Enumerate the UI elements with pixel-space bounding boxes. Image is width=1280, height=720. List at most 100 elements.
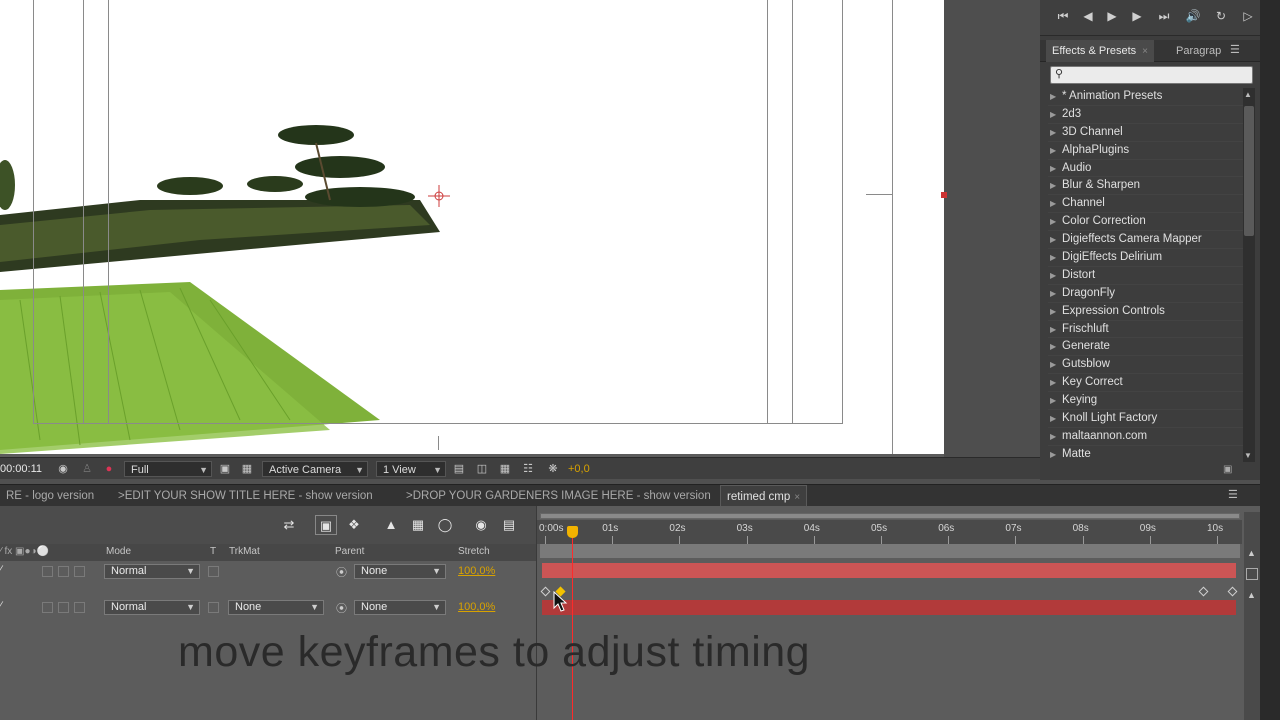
preserve-transparency-box[interactable] [208, 566, 219, 577]
layer-row[interactable]: ∕ Normal ▼ ⦿ None ▼ 100,0% [0, 563, 536, 581]
disclosure-triangle-icon[interactable]: ▶ [1050, 338, 1056, 356]
time-graph[interactable]: 0:00s 01s 02s 03s 04s 05s 06s 07s 08s 09s 10s [536, 506, 1260, 720]
effects-category-item[interactable]: ▶ * Animation Presets [1048, 88, 1243, 106]
comp-mini-flowchart-icon[interactable]: ⇄ [278, 515, 300, 535]
panel-menu-icon[interactable]: ☰ [1230, 43, 1240, 56]
effects-search-input[interactable]: ⚲ [1050, 66, 1253, 84]
effects-category-item[interactable]: ▶ Distort [1048, 267, 1243, 285]
anchor-point-icon[interactable] [428, 185, 450, 207]
disclosure-triangle-icon[interactable]: ▶ [1050, 285, 1056, 303]
mode-column-header[interactable]: Mode [106, 546, 131, 557]
close-icon[interactable]: × [1142, 46, 1148, 57]
disclosure-triangle-icon[interactable]: ▶ [1050, 124, 1056, 142]
last-frame-icon[interactable]: ⏭ [1153, 6, 1175, 26]
layer-parent-select[interactable]: None ▼ [354, 564, 446, 579]
draft-3d-icon[interactable]: ❖ [343, 515, 365, 535]
pickwhip-icon[interactable]: ⦿ [336, 600, 347, 616]
parent-column-header[interactable]: Parent [335, 546, 364, 557]
effects-category-item[interactable]: ▶ Matte [1048, 446, 1243, 462]
first-frame-icon[interactable]: ⏮ [1052, 6, 1074, 26]
effects-category-item[interactable]: ▶ DragonFly [1048, 285, 1243, 303]
effects-category-item[interactable]: ▶ Generate [1048, 338, 1243, 357]
scroll-up-icon[interactable]: ▲ [1247, 590, 1256, 600]
effects-category-item[interactable]: ▶ Knoll Light Factory [1048, 410, 1243, 428]
effects-category-item[interactable]: ▶ Expression Controls [1048, 303, 1243, 321]
disclosure-triangle-icon[interactable]: ▶ [1050, 303, 1056, 321]
effects-category-item[interactable]: ▶ Channel [1048, 195, 1243, 214]
ram-preview-icon[interactable]: ▷ [1237, 6, 1259, 26]
scroll-down-icon[interactable]: ▼ [1244, 451, 1252, 460]
effects-category-item[interactable]: ▶ DigiEffects Delirium [1048, 249, 1243, 267]
tab-gardeners-image[interactable]: >DROP YOUR GARDENERS IMAGE HERE - show v… [400, 485, 717, 507]
disclosure-triangle-icon[interactable]: ▶ [1050, 231, 1056, 249]
tab-logo-version[interactable]: RE - logo version [0, 485, 100, 507]
disclosure-triangle-icon[interactable]: ▶ [1050, 88, 1056, 106]
trkmat-column-header[interactable]: TrkMat [229, 546, 260, 557]
hide-shy-layers-icon[interactable]: ▲ [380, 515, 402, 535]
prev-frame-icon[interactable]: ◀ [1077, 6, 1099, 26]
current-timecode[interactable]: 00:00:11 [0, 461, 42, 477]
switch-box[interactable] [42, 602, 53, 613]
switch-box[interactable] [74, 602, 85, 613]
toggle-pixel-aspect-icon[interactable]: ▤ [450, 461, 468, 477]
switch-box[interactable] [58, 602, 69, 613]
work-area-bar[interactable] [540, 544, 1240, 558]
live-update-icon[interactable]: ▣ [315, 515, 337, 535]
effects-category-item[interactable]: ▶ Keying [1048, 392, 1243, 411]
camera-select[interactable]: Active Camera ▼ [262, 461, 368, 477]
keyframe[interactable] [1227, 586, 1238, 597]
snapshot-icon[interactable]: ◉ [54, 461, 72, 477]
disclosure-triangle-icon[interactable]: ▶ [1050, 392, 1056, 410]
timeline-scrollbar[interactable]: ▲ ▲ [1244, 512, 1260, 720]
disclosure-triangle-icon[interactable]: ▶ [1050, 428, 1056, 446]
frame-blending-icon[interactable]: ▦ [407, 515, 429, 535]
disclosure-triangle-icon[interactable]: ▶ [1050, 213, 1056, 231]
disclosure-triangle-icon[interactable]: ▶ [1050, 446, 1056, 462]
audio-icon[interactable]: 🔊 [1182, 6, 1204, 26]
effects-category-item[interactable]: ▶ Key Correct [1048, 374, 1243, 393]
track-matte-t-header[interactable]: T [210, 546, 216, 557]
show-snapshot-icon[interactable]: ♙ [78, 461, 96, 477]
current-time-indicator[interactable] [572, 526, 573, 720]
disclosure-triangle-icon[interactable]: ▶ [1050, 267, 1056, 285]
disclosure-triangle-icon[interactable]: ▶ [1050, 249, 1056, 267]
timeline-icon[interactable]: ▦ [496, 461, 514, 477]
effects-category-item[interactable]: ▶ Gutsblow [1048, 356, 1243, 375]
current-time-indicator-head[interactable] [567, 526, 578, 538]
pickwhip-icon[interactable]: ⦿ [336, 564, 347, 580]
layer-duration-bar[interactable] [542, 563, 1236, 578]
tab-retimed-cmp[interactable]: retimed cmp × [720, 485, 808, 507]
exposure-reset-icon[interactable]: ❋ [544, 461, 562, 477]
effects-category-item[interactable]: ▶ 2d3 [1048, 106, 1243, 124]
effects-category-item[interactable]: ▶ 3D Channel [1048, 124, 1243, 142]
effects-category-item[interactable]: ▶ maltaannon.com [1048, 428, 1243, 446]
play-icon[interactable]: ▶ [1101, 6, 1123, 26]
layer-parent-select[interactable]: None ▼ [354, 600, 446, 615]
tab-paragraph[interactable]: Paragrap [1170, 40, 1227, 62]
close-icon[interactable]: × [794, 492, 800, 503]
layer-trkmat-select[interactable]: None ▼ [228, 600, 324, 615]
effects-scrollbar[interactable]: ▲ ▼ [1243, 88, 1255, 462]
layer-mode-select[interactable]: Normal ▼ [104, 600, 200, 615]
composition-viewer[interactable] [0, 0, 1040, 458]
disclosure-triangle-icon[interactable]: ▶ [1050, 374, 1056, 392]
layer-row[interactable]: ∕ Normal ▼ None ▼ ⦿ None ▼ 100,0% [0, 599, 536, 617]
stretch-value[interactable]: 100,0% [458, 601, 495, 613]
disclosure-triangle-icon[interactable]: ▶ [1050, 106, 1056, 124]
effects-category-item[interactable]: ▶ Color Correction [1048, 213, 1243, 232]
disclosure-triangle-icon[interactable]: ▶ [1050, 356, 1056, 374]
effects-category-item[interactable]: ▶ Audio [1048, 160, 1243, 178]
comp-button-icon[interactable] [1246, 568, 1258, 580]
panel-menu-icon[interactable]: ☰ [1228, 488, 1238, 501]
layer-mode-select[interactable]: Normal ▼ [104, 564, 200, 579]
flowchart-icon[interactable]: ☷ [519, 461, 537, 477]
brainstorm-icon[interactable]: ▤ [498, 515, 520, 535]
effects-category-item[interactable]: ▶ AlphaPlugins [1048, 142, 1243, 160]
transparency-grid-icon[interactable]: ▦ [238, 461, 256, 477]
switch-box[interactable] [74, 566, 85, 577]
switch-box[interactable] [42, 566, 53, 577]
tab-show-title[interactable]: >EDIT YOUR SHOW TITLE HERE - show versio… [112, 485, 379, 507]
view-layout-select[interactable]: 1 View ▼ [376, 461, 446, 477]
stretch-column-header[interactable]: Stretch [458, 546, 490, 557]
preserve-transparency-box[interactable] [208, 602, 219, 613]
